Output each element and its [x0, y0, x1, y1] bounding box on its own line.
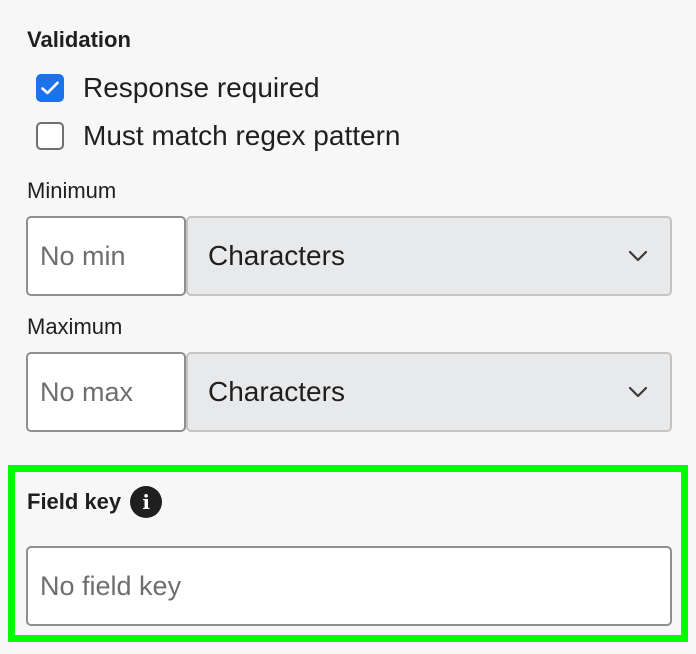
response-required-checkbox[interactable] [36, 74, 64, 102]
field-key-header: Field key i [27, 486, 163, 518]
regex-pattern-checkbox[interactable] [36, 122, 64, 150]
regex-pattern-option[interactable]: Must match regex pattern [36, 121, 400, 151]
minimum-label: Minimum [27, 178, 117, 203]
minimum-input[interactable] [26, 216, 186, 296]
minimum-unit-select[interactable]: Characters [186, 216, 672, 296]
maximum-input[interactable] [26, 352, 186, 432]
checkmark-icon [41, 81, 59, 95]
validation-title: Validation [27, 27, 131, 52]
maximum-label: Maximum [27, 314, 123, 339]
chevron-down-icon [626, 244, 650, 268]
maximum-unit-value: Characters [208, 376, 345, 407]
regex-pattern-label: Must match regex pattern [83, 120, 401, 151]
maximum-unit-select[interactable]: Characters [186, 352, 672, 432]
info-icon[interactable]: i [130, 486, 163, 518]
minimum-unit-value: Characters [208, 240, 345, 271]
response-required-option[interactable]: Response required [36, 73, 320, 103]
field-key-input[interactable] [26, 546, 672, 626]
chevron-down-icon [626, 380, 650, 404]
response-required-label: Response required [83, 72, 320, 103]
field-key-title: Field key [27, 489, 122, 514]
